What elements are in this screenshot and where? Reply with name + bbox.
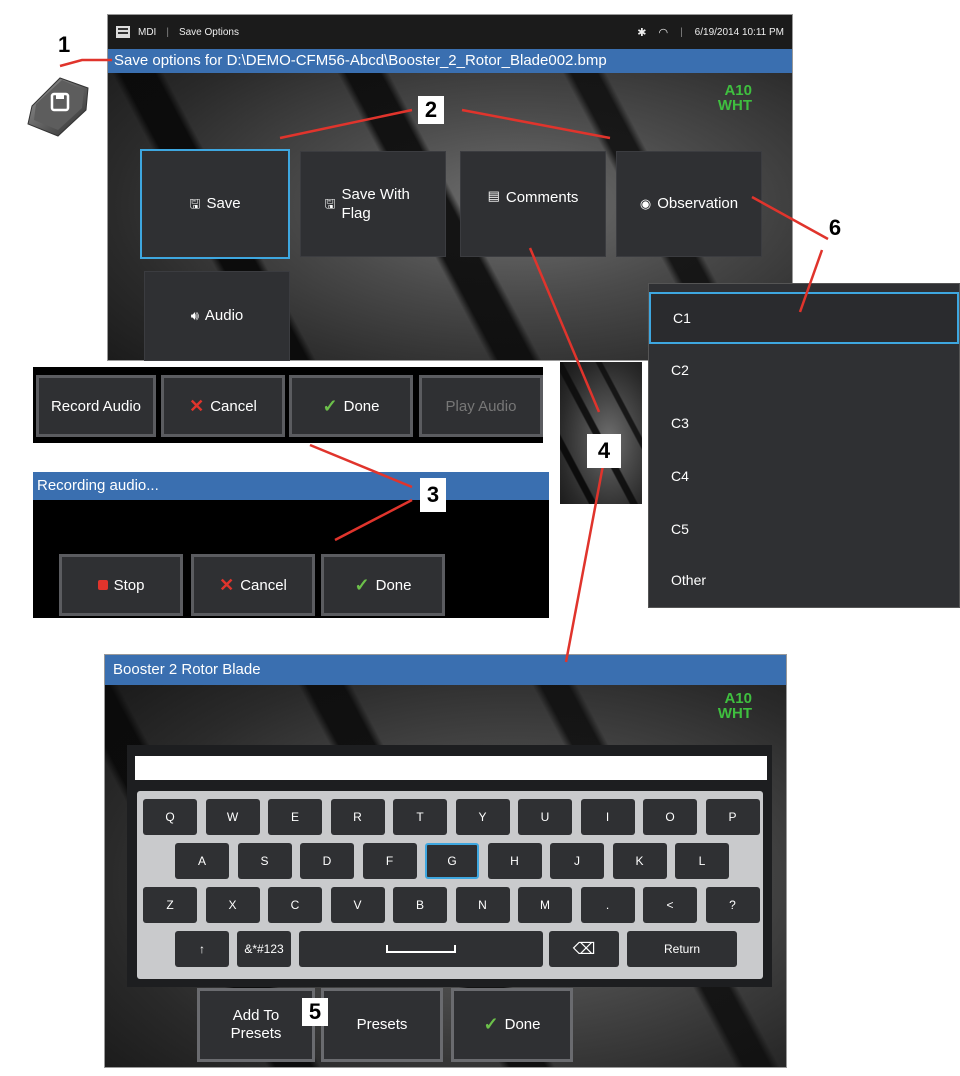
key-j[interactable]: J: [550, 843, 604, 879]
callout-2: 2: [418, 96, 444, 124]
datetime: 6/19/2014 10:11 PM: [694, 26, 784, 38]
observation-option-c1[interactable]: C1: [649, 292, 959, 344]
check-icon: ✓: [322, 395, 338, 416]
backspace-icon: ⌫: [572, 941, 596, 958]
key-l[interactable]: L: [675, 843, 729, 879]
space-bar-icon: [386, 945, 456, 953]
keyboard: Q W E R T Y U I O P A S D F G H J K L Z X C V B N M. <? ↑ &*#123 ⌫ Ret…: [137, 791, 763, 979]
key-n[interactable]: N: [455, 887, 510, 923]
done-button[interactable]: ✓ Done: [289, 375, 413, 437]
keyboard-panel: Q W E R T Y U I O P A S D F G H J K L Z X C V B N M. <? ↑ &*#123 ⌫ Ret…: [127, 745, 772, 987]
key-r[interactable]: R: [330, 799, 385, 835]
eye-icon: ◉: [639, 195, 652, 211]
callout-5: 5: [302, 998, 328, 1026]
key-period[interactable]: .: [580, 887, 635, 923]
key-c[interactable]: C: [268, 887, 322, 923]
audio-tile[interactable]: 🔊︎ Audio: [144, 271, 290, 361]
bluetooth-icon: ✱: [637, 26, 647, 39]
key-k[interactable]: K: [612, 843, 667, 879]
key-x[interactable]: X: [205, 887, 260, 923]
key-shift[interactable]: ↑: [175, 931, 229, 967]
key-less-than[interactable]: <: [643, 887, 697, 923]
observation-option-c4[interactable]: C4: [649, 450, 959, 502]
recording-cancel-button[interactable]: ✕ Cancel: [191, 554, 315, 616]
probe-tag: A10 WHT: [717, 82, 752, 114]
key-f[interactable]: F: [362, 843, 417, 879]
key-b[interactable]: B: [393, 887, 447, 923]
key-y[interactable]: Y: [455, 799, 510, 835]
key-g[interactable]: G: [425, 843, 479, 879]
check-icon: ✓: [354, 574, 370, 595]
recording-panel: Recording audio... Stop ✕ Cancel ✓ Done: [33, 472, 549, 618]
key-t[interactable]: T: [393, 799, 447, 835]
callout-1: 1: [58, 32, 71, 57]
observation-option-other[interactable]: Other: [649, 554, 959, 606]
observation-option-c3[interactable]: C3: [649, 397, 959, 449]
stop-button[interactable]: Stop: [59, 554, 183, 616]
key-q[interactable]: Q: [143, 799, 197, 835]
menu-icon[interactable]: [116, 26, 130, 38]
key-u[interactable]: U: [518, 799, 572, 835]
key-e[interactable]: E: [268, 799, 322, 835]
recording-done-button[interactable]: ✓ Done: [321, 554, 445, 616]
presets-button[interactable]: Presets: [321, 988, 443, 1062]
cancel-x-icon: ✕: [189, 395, 205, 416]
audio-button-bar: Record Audio ✕ Cancel ✓ Done Play Audio: [33, 367, 543, 443]
keyboard-done-button[interactable]: ✓ Done: [451, 988, 573, 1062]
cancel-x-icon: ✕: [219, 574, 235, 595]
status-bar: MDI | Save Options ✱ ◠ | 6/19/2014 10:11…: [108, 15, 792, 49]
check-icon: ✓: [483, 1014, 499, 1035]
comment-keyboard-screen: Booster 2 Rotor Blade A10 WHT QWERTYUIOP…: [104, 654, 787, 1068]
key-v[interactable]: V: [330, 887, 385, 923]
key-backspace[interactable]: ⌫: [549, 931, 619, 967]
key-m[interactable]: M: [518, 887, 572, 923]
save-with-flag-tile[interactable]: 🖫 Save With Flag: [300, 151, 446, 257]
callout-6: 6: [828, 215, 842, 240]
observation-option-c2[interactable]: C2: [649, 344, 959, 396]
observation-option-c5[interactable]: C5: [649, 503, 959, 555]
probe-tag: A10 WHT: [717, 690, 752, 722]
key-return[interactable]: Return: [627, 931, 737, 967]
key-z[interactable]: Z: [143, 887, 197, 923]
app-name: MDI: [138, 26, 157, 38]
key-space[interactable]: [299, 931, 543, 967]
comment-input[interactable]: [135, 756, 767, 780]
comment-icon: ▤: [487, 188, 500, 203]
floppy-key-icon: [27, 77, 89, 137]
key-i[interactable]: I: [580, 799, 635, 835]
key-o[interactable]: O: [643, 799, 697, 835]
observation-tile[interactable]: ◉ Observation: [616, 151, 762, 257]
key-p[interactable]: P: [705, 799, 760, 835]
cancel-button[interactable]: ✕ Cancel: [161, 375, 285, 437]
section-name: Save Options: [178, 26, 239, 38]
save-tile[interactable]: 🖫 Save: [140, 149, 290, 259]
key-a[interactable]: A: [175, 843, 229, 879]
floppy-icon: 🖫: [189, 195, 201, 211]
key-d[interactable]: D: [300, 843, 354, 879]
recording-title: Recording audio...: [33, 472, 549, 500]
key-symbols[interactable]: &*#123: [237, 931, 291, 967]
key-s[interactable]: S: [237, 843, 292, 879]
callout-4: 4: [587, 434, 621, 468]
speaker-icon: 🔊︎: [190, 307, 199, 323]
key-h[interactable]: H: [487, 843, 542, 879]
key-w[interactable]: W: [205, 799, 260, 835]
play-audio-button[interactable]: Play Audio: [419, 375, 543, 437]
comments-tile[interactable]: ▤ Comments: [460, 151, 606, 257]
observation-menu: C1 C2 C3 C4 C5 Other: [648, 283, 960, 608]
save-options-title: Save options for D:\DEMO-CFM56-Abcd\Boos…: [108, 49, 792, 73]
key-question[interactable]: ?: [705, 887, 760, 923]
callout-3: 3: [420, 478, 446, 512]
camera-view-fragment: [560, 362, 642, 504]
stop-icon: [97, 580, 108, 590]
flag-floppy-icon: 🖫: [324, 195, 336, 211]
wifi-icon: ◠: [658, 26, 669, 39]
save-hardware-key[interactable]: [18, 58, 98, 138]
record-audio-button[interactable]: Record Audio: [36, 375, 156, 437]
add-to-presets-button[interactable]: Add To Presets: [197, 988, 315, 1062]
comment-title: Booster 2 Rotor Blade: [105, 655, 786, 685]
